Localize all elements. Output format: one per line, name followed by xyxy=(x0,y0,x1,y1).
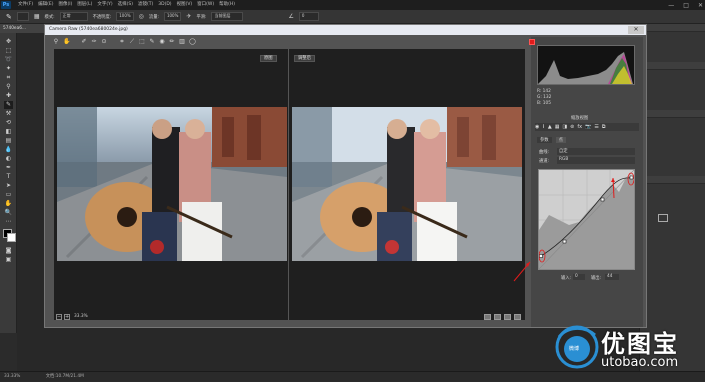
brand-name: 优图宝 xyxy=(601,330,679,358)
weibo-label: 微博 xyxy=(569,346,580,352)
watermark: 微博 优图宝 utobao.com xyxy=(553,321,703,375)
brand-url: utobao.com xyxy=(601,355,679,370)
